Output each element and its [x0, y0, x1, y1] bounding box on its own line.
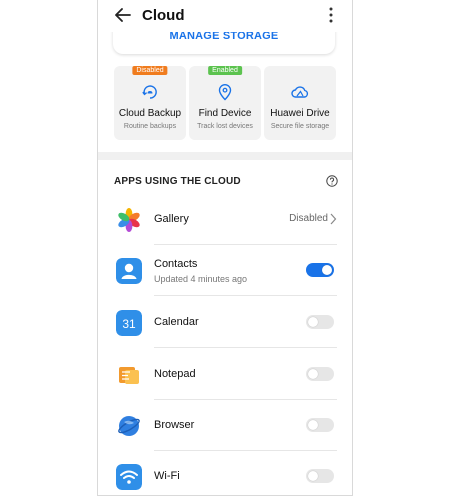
contacts-icon	[116, 258, 142, 284]
more-vertical-icon[interactable]	[326, 5, 336, 25]
page-title: Cloud	[142, 7, 185, 24]
cloud-backup-sub: Routine backups	[123, 123, 177, 130]
app-name: Browser	[154, 419, 195, 431]
app-row-notepad[interactable]: Notepad	[98, 349, 352, 400]
app-sub: Updated 4 minutes ago	[154, 274, 248, 284]
find-device-label: Find Device	[198, 108, 252, 119]
back-arrow-icon[interactable]	[113, 5, 133, 25]
browser-icon	[118, 416, 140, 436]
top-app-bar: Cloud	[98, 0, 352, 32]
app-row-gallery[interactable]: Gallery Disabled	[98, 194, 352, 245]
cloud-backup-icon	[142, 85, 157, 99]
row-divider	[154, 295, 337, 296]
section-divider	[98, 152, 352, 160]
browser-sync-toggle[interactable]	[306, 418, 334, 432]
chevron-right-icon	[330, 213, 337, 225]
app-row-contacts[interactable]: Contacts Updated 4 minutes ago	[98, 245, 352, 296]
toggle-knob	[308, 369, 318, 379]
contacts-sync-toggle[interactable]	[306, 263, 334, 277]
find-device-sub: Track lost devices	[197, 123, 253, 130]
calendar-icon: 31	[116, 310, 142, 336]
app-row-browser[interactable]: Browser	[98, 400, 352, 451]
cloud-backup-status-badge: Disabled	[132, 66, 168, 75]
wifi-sync-toggle[interactable]	[306, 469, 334, 483]
huawei-drive-sub: Secure file storage	[270, 123, 330, 130]
help-icon[interactable]	[326, 175, 338, 187]
app-name: Gallery	[154, 213, 189, 225]
toggle-knob	[308, 471, 318, 481]
section-header: APPS USING THE CLOUD	[114, 176, 241, 187]
location-pin-icon	[218, 84, 232, 101]
wifi-icon	[116, 464, 142, 490]
gallery-status: Disabled	[289, 213, 328, 224]
find-device-card[interactable]: Enabled Find Device Track lost devices	[189, 66, 261, 140]
row-divider	[154, 347, 337, 348]
find-device-status-badge: Enabled	[208, 66, 242, 75]
huawei-drive-card[interactable]: Huawei Drive Secure file storage	[264, 66, 336, 140]
app-name: Contacts	[154, 258, 198, 270]
app-name: Wi-Fi	[154, 470, 180, 482]
cloud-drive-icon	[291, 86, 309, 98]
app-name: Calendar	[154, 316, 199, 328]
notepad-icon	[119, 367, 139, 384]
calendar-icon-text: 31	[122, 317, 136, 331]
app-row-calendar[interactable]: 31 Calendar	[98, 297, 352, 348]
toggle-knob	[322, 265, 332, 275]
huawei-drive-label: Huawei Drive	[270, 108, 330, 119]
notepad-sync-toggle[interactable]	[306, 367, 334, 381]
toggle-knob	[308, 420, 318, 430]
app-row-wifi[interactable]: Wi-Fi	[98, 451, 352, 495]
cloud-backup-card[interactable]: Disabled Cloud Backup Routine backups	[114, 66, 186, 140]
phone-screen: MANAGE STORAGE Cloud Disabled Cloud Back…	[97, 0, 353, 496]
cloud-backup-label: Cloud Backup	[118, 108, 182, 119]
app-name: Notepad	[154, 368, 196, 380]
calendar-sync-toggle[interactable]	[306, 315, 334, 329]
toggle-knob	[308, 317, 318, 327]
gallery-icon	[118, 208, 140, 232]
